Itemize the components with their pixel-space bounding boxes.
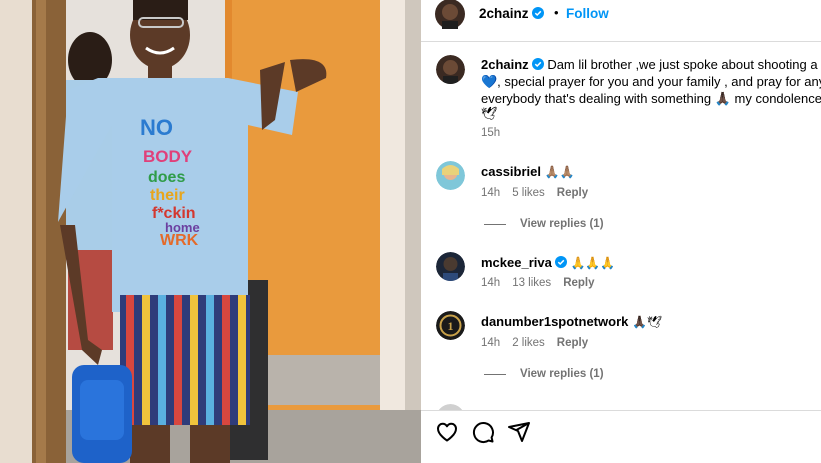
post-header: 2chainz • Follow: [421, 0, 821, 30]
share-icon[interactable]: [507, 420, 531, 444]
actions-divider: [421, 410, 821, 411]
comments-list[interactable]: 2chainz Dam lil brother ,we just spoke a…: [421, 42, 821, 410]
caption-text: 2chainz Dam lil brother ,we just spoke a…: [481, 56, 821, 73]
author-username[interactable]: 2chainz: [479, 6, 544, 21]
comment-timestamp[interactable]: 14h: [481, 337, 500, 349]
author-avatar[interactable]: [435, 0, 465, 29]
comment-timestamp[interactable]: 14h: [481, 277, 500, 289]
author-username-text[interactable]: 2chainz: [479, 6, 529, 21]
comment-meta: 14h 13 likes Reply: [481, 277, 607, 289]
caption-line-2: 💙, special prayer for you and your famil…: [481, 74, 821, 89]
comment-meta: 14h 2 likes Reply: [481, 337, 600, 349]
comment-icon[interactable]: [471, 420, 495, 444]
comment-username[interactable]: danumber1spotnetwork: [481, 314, 628, 329]
comment-text: danumber1spotnetwork 🙏🏿🕊: [481, 313, 662, 331]
follow-button[interactable]: Follow: [566, 6, 609, 21]
comment-username[interactable]: mckee_riva: [481, 255, 552, 270]
comment-avatar[interactable]: 1: [436, 311, 465, 340]
svg-text:WRK: WRK: [160, 232, 199, 249]
view-replies-line: [484, 223, 506, 225]
verified-badge-icon: [531, 7, 544, 19]
post-actions: [421, 420, 821, 446]
svg-text:BODY: BODY: [143, 147, 193, 166]
comment-text: cassibriel 🙏🏽🙏🏽: [481, 163, 575, 181]
comment-username[interactable]: cassibriel: [481, 164, 541, 179]
comment-likes[interactable]: 5 likes: [512, 187, 545, 199]
comment-timestamp[interactable]: 14h: [481, 187, 500, 199]
view-replies-line: [484, 373, 506, 375]
caption-line-1: Dam lil brother ,we just spoke about sho…: [547, 57, 821, 72]
verified-badge-icon: [554, 256, 567, 268]
caption-timestamp[interactable]: 15h: [481, 127, 500, 139]
comment-emoji: 🙏🏽🙏🏽: [544, 165, 575, 179]
comment-text: mckee_riva 🙏🙏🙏: [481, 254, 615, 272]
reply-button[interactable]: Reply: [563, 277, 594, 289]
svg-text:NO: NO: [140, 115, 173, 140]
view-replies-button[interactable]: View replies (1): [484, 368, 604, 380]
svg-text:1: 1: [448, 319, 454, 333]
view-replies-label[interactable]: View replies (1): [520, 368, 604, 380]
reply-button[interactable]: Reply: [557, 337, 588, 349]
comment-emoji: 🙏🏿🕊: [631, 315, 663, 329]
caption-username[interactable]: 2chainz: [481, 57, 529, 72]
comment-likes[interactable]: 2 likes: [512, 337, 545, 349]
post-photo-art: NO BODY does their f*ckin home WRK: [0, 0, 421, 463]
heart-icon[interactable]: [435, 420, 459, 444]
post-photo[interactable]: NO BODY does their f*ckin home WRK: [0, 0, 421, 463]
comment-meta: 14h 5 likes Reply: [481, 187, 600, 199]
svg-text:does: does: [148, 169, 185, 186]
comment-avatar[interactable]: [436, 252, 465, 281]
caption-meta: 15h: [481, 127, 512, 139]
reply-button[interactable]: Reply: [557, 187, 588, 199]
comment-avatar[interactable]: [436, 55, 465, 84]
caption-line-4: 🕊: [481, 106, 498, 121]
view-replies-button[interactable]: View replies (1): [484, 218, 604, 230]
comment-emoji: 🙏🙏🙏: [570, 256, 616, 270]
verified-badge-icon: [531, 58, 544, 70]
view-replies-label[interactable]: View replies (1): [520, 218, 604, 230]
comment-avatar[interactable]: [436, 161, 465, 190]
svg-text:their: their: [150, 187, 185, 204]
post-sidebar: 2chainz • Follow 2chainz Dam lil brother…: [421, 0, 821, 463]
header-separator: •: [554, 5, 559, 20]
caption-line-3: everybody that's dealing with something …: [481, 91, 821, 106]
comment-likes[interactable]: 13 likes: [512, 277, 551, 289]
